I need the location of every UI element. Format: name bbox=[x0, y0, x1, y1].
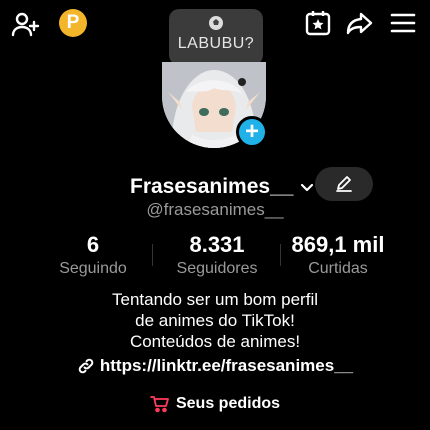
stat-following-value: 6 bbox=[86, 232, 100, 257]
stat-followers-value: 8.331 bbox=[189, 232, 245, 257]
stat-following[interactable]: 6 Seguindo bbox=[48, 232, 138, 278]
username: Frasesanimes__ bbox=[130, 175, 294, 198]
coin-label: P bbox=[66, 12, 80, 33]
stat-likes-label: Curtidas bbox=[308, 260, 368, 277]
orders-label: Seus pedidos bbox=[175, 395, 281, 412]
soccer-ball-icon bbox=[209, 16, 223, 30]
cart-icon bbox=[150, 396, 169, 413]
status-bubble[interactable]: LABUBU? bbox=[169, 9, 263, 65]
stat-following-label: Seguindo bbox=[59, 260, 127, 277]
handle: @frasesanimes__ bbox=[146, 200, 284, 219]
stat-likes[interactable]: 869,1 mil Curtidas bbox=[288, 232, 388, 278]
bio-line: Tentando ser um bom perfil bbox=[112, 290, 318, 309]
link-icon bbox=[78, 358, 94, 374]
add-photo-button[interactable]: + bbox=[236, 116, 268, 148]
stat-followers[interactable]: 8.331 Seguidores bbox=[167, 232, 267, 278]
username-row[interactable]: Frasesanimes__ bbox=[130, 172, 315, 202]
chevron-down-icon[interactable] bbox=[299, 179, 315, 195]
add-user-icon[interactable] bbox=[10, 9, 42, 41]
plus-label: + bbox=[244, 118, 259, 145]
bubble-text: LABUBU? bbox=[177, 35, 255, 52]
orders-button[interactable]: Seus pedidos bbox=[0, 395, 430, 413]
stat-followers-label: Seguidores bbox=[176, 260, 258, 277]
edit-pencil-icon bbox=[336, 176, 352, 192]
bio-line: Conteúdos de animes! bbox=[129, 332, 301, 351]
stat-likes-value: 869,1 mil bbox=[291, 232, 385, 257]
link-text: https://linktr.ee/frasesanimes__ bbox=[99, 356, 354, 375]
top-bar: P LABUBU? bbox=[0, 0, 430, 65]
share-icon[interactable] bbox=[344, 8, 374, 38]
coin-icon[interactable]: P bbox=[59, 9, 87, 37]
bio: Tentando ser um bom perfil de animes do … bbox=[0, 289, 430, 352]
star-calendar-icon[interactable] bbox=[303, 8, 333, 38]
stat-divider bbox=[280, 244, 281, 266]
edit-profile-button[interactable] bbox=[315, 167, 373, 201]
stat-divider bbox=[152, 244, 153, 266]
menu-icon[interactable] bbox=[387, 9, 419, 37]
bio-link[interactable]: https://linktr.ee/frasesanimes__ bbox=[0, 356, 430, 376]
bio-line: de animes do TikTok! bbox=[135, 311, 295, 330]
